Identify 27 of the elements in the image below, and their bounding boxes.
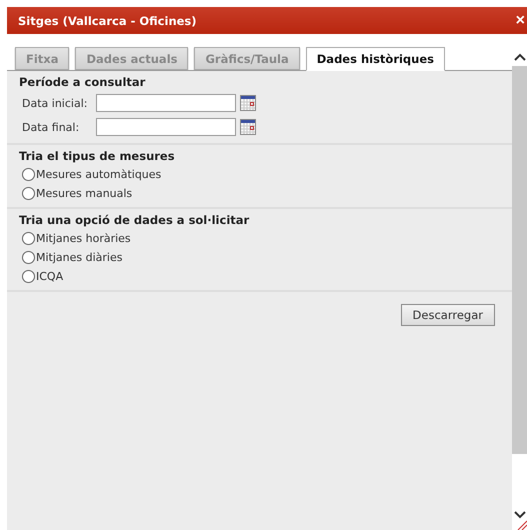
section-heading: Tria el tipus de mesures [19,149,176,163]
close-button[interactable]: × [514,12,527,30]
option-label: Mesures manuals [36,187,132,200]
field-label: Data inicial: [22,96,88,110]
scroll-up-icon[interactable] [514,52,526,62]
radio-button[interactable] [22,168,35,181]
calendar-icon[interactable] [240,95,256,111]
radio-button[interactable] [22,232,35,245]
download-button[interactable]: Descarregar [400,304,495,326]
option-label: Mesures automàtiques [36,168,162,181]
calendar-icon[interactable] [240,119,256,135]
option-label: Mitjanes diàries [36,251,122,264]
window-title: Sitges (Vallcarca - Oficines) [18,14,197,28]
scrollbar-thumb[interactable] [512,66,527,454]
tab[interactable]: Dades històriques [306,47,446,71]
option-label: ICQA [36,270,64,283]
option-label: Mitjanes horàries [36,232,131,245]
radio-button[interactable] [22,251,35,264]
section-heading: Període a consultar [19,75,146,89]
radio-button[interactable] [22,187,35,200]
date-field[interactable] [96,118,236,136]
field-label: Data final: [22,120,80,134]
scroll-down-icon[interactable] [514,510,526,520]
resize-grip-icon[interactable] [517,520,527,530]
section-heading: Tria una opció de dades a sol·licitar [19,213,250,227]
date-field[interactable] [96,94,236,112]
radio-button[interactable] [22,270,35,283]
